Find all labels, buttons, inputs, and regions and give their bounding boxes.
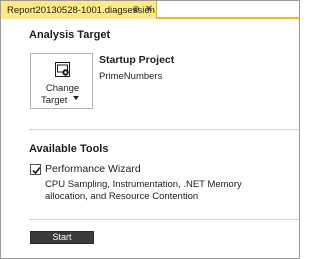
settings-target-icon [55, 62, 70, 77]
document-tab[interactable]: Report20130528-1001.diagsession ⊕ ✕ [1, 1, 157, 19]
change-target-label-line1: Change [45, 83, 80, 94]
document-tab-strip: Report20130528-1001.diagsession ⊕ ✕ [1, 1, 299, 19]
project-name: PrimeNumbers [99, 71, 163, 82]
performance-wizard-checkbox[interactable] [30, 164, 41, 175]
checkmark-icon [32, 166, 41, 175]
change-target-label-line2: Target [41, 95, 68, 106]
start-button[interactable]: Start [30, 231, 94, 244]
available-tools-heading: Available Tools [29, 143, 109, 155]
chevron-down-icon [73, 96, 79, 100]
diagnostics-session-window: Report20130528-1001.diagsession ⊕ ✕ Anal… [0, 0, 300, 259]
tool-description: CPU Sampling, Instrumentation, .NET Memo… [45, 179, 242, 202]
tool-name[interactable]: Performance Wizard [45, 163, 141, 175]
analysis-target-heading: Analysis Target [29, 29, 111, 41]
section-divider [29, 129, 299, 130]
pin-icon[interactable]: ⊕ [131, 4, 141, 15]
startup-project-label: Startup Project [99, 54, 175, 66]
close-icon[interactable]: ✕ [144, 4, 154, 15]
change-target-button[interactable]: Change Target [30, 53, 93, 109]
section-divider [29, 219, 299, 220]
